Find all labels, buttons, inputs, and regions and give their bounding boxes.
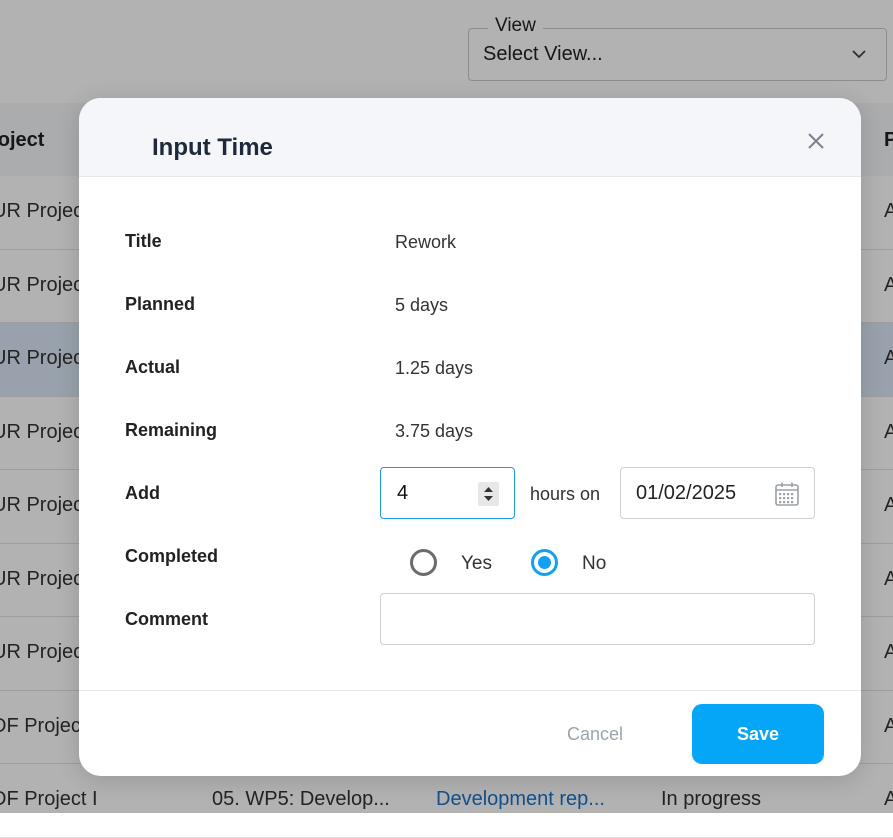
add-label: Add [125,483,160,503]
remaining-label: Remaining [125,420,218,440]
cancel-button[interactable]: Cancel [567,724,623,745]
actual-label: Actual [125,357,181,377]
hours-on-text: hours on [530,484,601,504]
title-label: Title [125,231,162,251]
spinner-control[interactable] [478,482,499,506]
title-value: Rework [395,232,457,252]
planned-label: Planned [125,294,196,314]
comment-label: Comment [125,609,209,629]
date-input[interactable]: 01/02/2025 [620,467,815,519]
radio-no[interactable] [531,549,558,576]
date-value: 01/02/2025 [636,482,737,504]
radio-no-label[interactable]: No [582,553,606,575]
close-icon[interactable] [803,128,829,154]
hours-value: 4 [397,482,409,504]
modal-footer: Cancel Save [79,690,861,776]
radio-yes[interactable] [410,549,437,576]
input-time-modal: Input Time Title Rework Planned 5 days A… [79,98,861,776]
hours-number-input[interactable]: 4 [380,467,515,519]
actual-value: 1.25 days [395,358,474,378]
save-button[interactable]: Save [692,704,824,764]
radio-yes-label[interactable]: Yes [461,553,492,575]
modal-header: Input Time [79,98,861,177]
modal-title: Input Time [152,134,273,161]
save-button-label: Save [736,723,780,744]
calendar-icon[interactable] [774,481,800,507]
planned-value: 5 days [395,295,449,315]
spinner-arrows-icon [484,487,493,501]
comment-field[interactable] [380,593,815,645]
completed-label: Completed [125,546,219,566]
remaining-value: 3.75 days [395,421,474,441]
